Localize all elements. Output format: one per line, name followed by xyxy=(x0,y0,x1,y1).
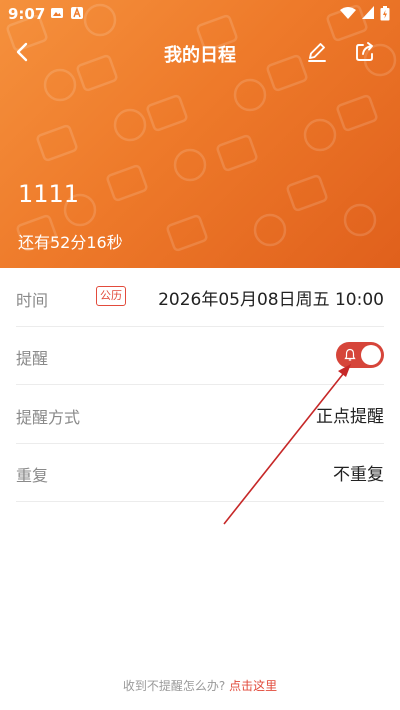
battery-icon xyxy=(380,6,390,21)
repeat-label: 重复 xyxy=(16,466,49,485)
status-time: 9:07 xyxy=(8,5,46,23)
time-label: 时间 xyxy=(16,291,49,310)
reminder-row: 提醒 xyxy=(16,326,384,385)
event-title: 1111 xyxy=(18,180,80,208)
reminder-mode-value: 正点提醒 xyxy=(316,407,384,427)
bell-icon xyxy=(344,348,356,361)
toggle-knob xyxy=(361,345,381,365)
reminder-mode-row[interactable]: 提醒方式 正点提醒 xyxy=(16,385,384,444)
share-button[interactable] xyxy=(350,37,380,67)
signal-icon xyxy=(362,6,374,19)
footer-help: 收到不提醒怎么办? 点击这里 xyxy=(0,677,400,694)
reminder-toggle[interactable] xyxy=(336,342,384,368)
page-title: 我的日程 xyxy=(164,45,236,66)
reminder-mode-label: 提醒方式 xyxy=(16,408,81,427)
footer-link[interactable]: 点击这里 xyxy=(229,679,277,693)
edit-button[interactable] xyxy=(302,37,332,67)
status-bar: 9:07 xyxy=(0,0,400,28)
footer-question: 收到不提醒怎么办? xyxy=(122,679,226,693)
countdown-text: 还有52分16秒 xyxy=(18,233,123,252)
time-row[interactable]: 时间 公历 2026年05月08日周五 10:00 xyxy=(16,268,384,327)
header-banner: 9:07 我的日程 1111 还有52分16秒 xyxy=(0,0,400,268)
repeat-value: 不重复 xyxy=(333,465,384,485)
wifi-icon xyxy=(340,7,356,19)
nav-bar: 我的日程 xyxy=(0,30,400,74)
notification-a-icon xyxy=(71,7,83,19)
share-icon xyxy=(356,42,373,61)
date-value: 2026年05月08日周五 10:00 xyxy=(158,290,384,310)
repeat-row[interactable]: 重复 不重复 xyxy=(16,443,384,502)
reminder-label: 提醒 xyxy=(16,349,49,368)
calendar-type-badge: 公历 xyxy=(96,286,126,306)
pencil-icon xyxy=(308,43,326,62)
gallery-icon xyxy=(51,8,63,18)
